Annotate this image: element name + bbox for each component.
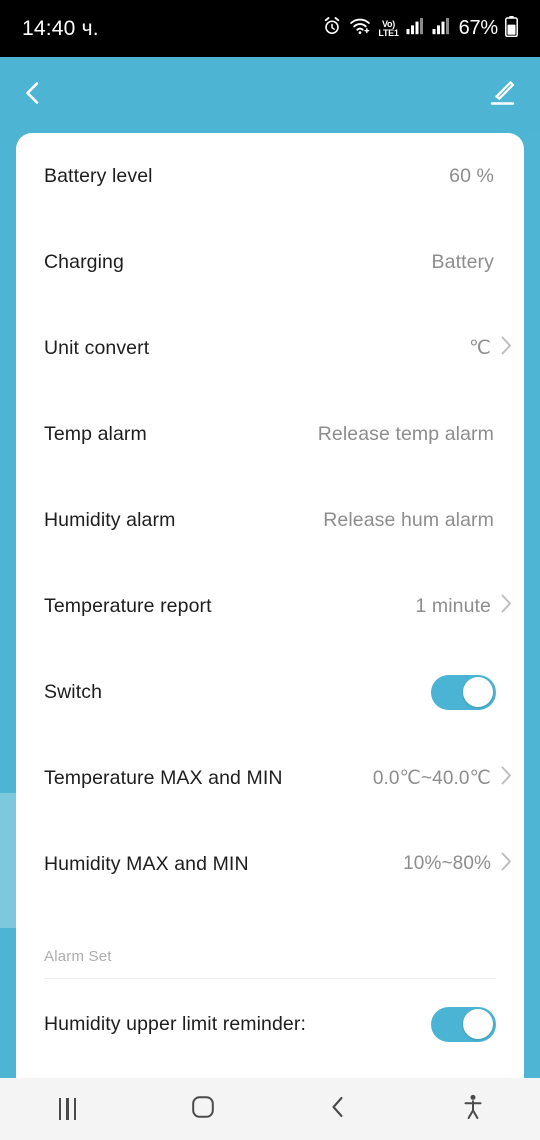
settings-row-unit-convert[interactable]: Unit convert ℃	[16, 305, 524, 391]
nav-back-button[interactable]	[270, 1078, 405, 1140]
battery-icon	[505, 15, 518, 42]
row-label: Switch	[44, 680, 103, 703]
chevron-right-icon	[501, 766, 512, 790]
app-bar	[0, 57, 540, 133]
row-value: 10%~80%	[403, 853, 491, 874]
android-navigation-bar	[0, 1078, 540, 1140]
row-value: Release temp alarm	[317, 422, 494, 445]
row-label: Humidity upper limit reminder:	[44, 1012, 306, 1035]
left-edge-strip-accent	[0, 793, 16, 928]
settings-card: Battery level 60 % Charging Battery Unit…	[16, 133, 524, 1078]
alarm-icon	[322, 16, 342, 41]
settings-row-humidity-alarm[interactable]: Humidity alarm Release hum alarm	[16, 477, 524, 563]
settings-row-temperature-max-min[interactable]: Temperature MAX and MIN 0.0℃~40.0℃	[16, 735, 524, 821]
status-bar-clock: 14:40 ч.	[22, 16, 99, 40]
section-header-alarm-set: Alarm Set	[16, 907, 524, 979]
status-bar: 14:40 ч. Vo) LTE1 67%	[0, 0, 540, 57]
chevron-right-icon	[501, 594, 512, 618]
row-label: Humidity alarm	[44, 508, 176, 531]
status-bar-icons: Vo) LTE1 67%	[322, 15, 518, 42]
switch-toggle[interactable]	[431, 674, 496, 710]
section-divider	[44, 978, 496, 979]
right-edge-strip	[524, 133, 540, 1078]
accessibility-icon	[461, 1094, 485, 1125]
back-button[interactable]	[18, 78, 48, 113]
toggle-knob	[463, 1009, 493, 1039]
signal-icon-1	[406, 17, 425, 40]
volte-bottom-text: LTE1	[378, 27, 399, 38]
home-icon	[191, 1095, 215, 1124]
row-label: Humidity MAX and MIN	[44, 852, 249, 875]
section-title: Alarm Set	[44, 948, 112, 965]
settings-row-clipped[interactable]	[16, 1067, 524, 1078]
wifi-icon	[349, 17, 371, 40]
row-label: Unit convert	[44, 336, 150, 359]
settings-row-charging[interactable]: Charging Battery	[16, 219, 524, 305]
edit-pencil-icon	[486, 77, 518, 114]
settings-row-temp-alarm[interactable]: Temp alarm Release temp alarm	[16, 391, 524, 477]
toggle-knob	[463, 677, 493, 707]
edit-button[interactable]	[486, 77, 518, 114]
battery-percent-text: 67%	[458, 17, 499, 39]
volte-icon: Vo) LTE1	[378, 19, 399, 38]
humidity-upper-limit-toggle[interactable]	[431, 1006, 496, 1042]
chevron-right-icon	[501, 336, 512, 360]
row-value: Battery	[431, 250, 494, 273]
nav-accessibility-button[interactable]	[405, 1078, 540, 1140]
row-label: Battery level	[44, 164, 153, 187]
settings-row-battery-level[interactable]: Battery level 60 %	[16, 133, 524, 219]
settings-row-temperature-report[interactable]: Temperature report 1 minute	[16, 563, 524, 649]
back-chevron-icon	[18, 78, 48, 113]
row-value: Release hum alarm	[323, 508, 494, 531]
back-icon	[327, 1095, 349, 1124]
settings-row-switch[interactable]: Switch	[16, 649, 524, 735]
row-label: Charging	[44, 250, 124, 273]
nav-home-button[interactable]	[135, 1078, 270, 1140]
recents-icon	[58, 1098, 77, 1120]
row-value: ℃	[469, 337, 491, 359]
phone-screen: 14:40 ч. Vo) LTE1 67% Battery level 60 %…	[0, 0, 540, 1140]
row-value: 60 %	[449, 164, 494, 187]
signal-icon-2	[432, 17, 451, 40]
nav-recents-button[interactable]	[0, 1078, 135, 1140]
row-label: Temperature MAX and MIN	[44, 766, 283, 789]
settings-row-humidity-max-min[interactable]: Humidity MAX and MIN 10%~80%	[16, 821, 524, 907]
settings-row-humidity-upper-limit-reminder[interactable]: Humidity upper limit reminder:	[16, 981, 524, 1067]
row-value: 1 minute	[415, 594, 491, 617]
row-label: Temp alarm	[44, 422, 147, 445]
chevron-right-icon	[501, 852, 512, 876]
row-value: 0.0℃~40.0℃	[372, 767, 491, 789]
left-edge-strip	[0, 133, 16, 1078]
row-label: Temperature report	[44, 594, 212, 617]
